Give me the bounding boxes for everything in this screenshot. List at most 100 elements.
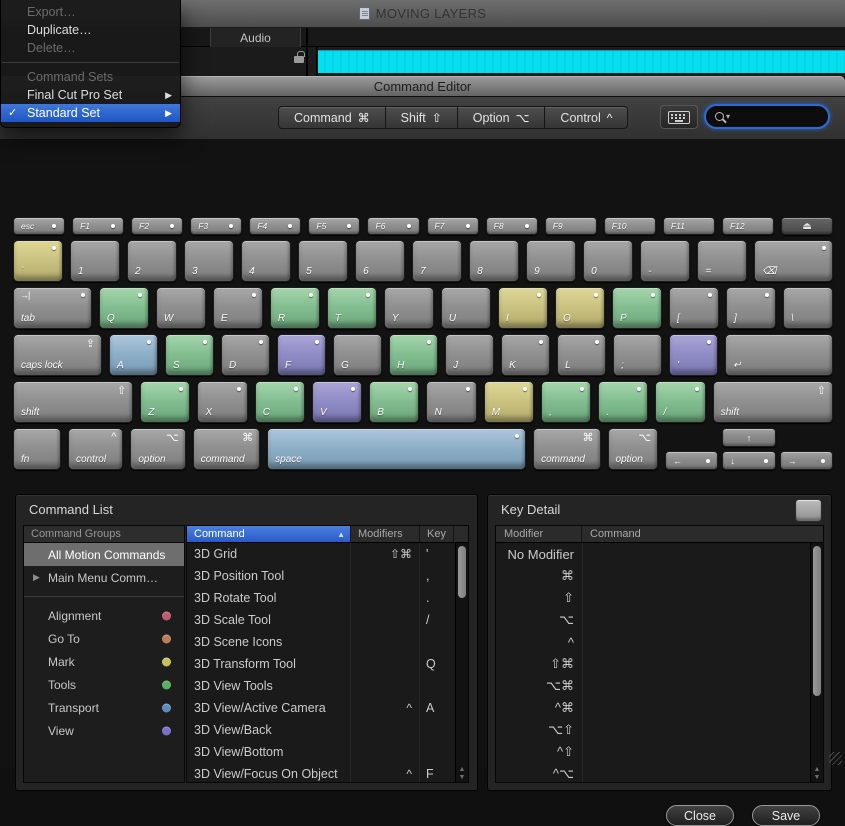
key-u[interactable]: U: [441, 287, 491, 329]
scrollbar-arrows[interactable]: ▲▼: [456, 766, 468, 781]
command-row-3d-position-tool[interactable]: 3D Position Tool,: [187, 565, 468, 587]
key-z[interactable]: Z: [140, 381, 190, 423]
key-arrow-left[interactable]: ←: [665, 451, 718, 470]
keyboard-toggle-button[interactable]: [660, 105, 698, 129]
key-eject[interactable]: ⏏: [781, 217, 833, 235]
key-detail-row-key[interactable]: ^⌘: [496, 697, 823, 719]
key-f4[interactable]: F4: [249, 217, 301, 235]
group-row-all-motion-commands[interactable]: All Motion Commands: [24, 543, 184, 566]
key-arrow-up[interactable]: ↑: [722, 428, 775, 447]
group-row-tools[interactable]: Tools: [24, 673, 184, 696]
tab-audio[interactable]: Audio: [210, 28, 301, 47]
group-row-view[interactable]: View: [24, 719, 184, 742]
key-control[interactable]: ^control: [68, 428, 123, 470]
key-detail-row-key[interactable]: ⇧: [496, 587, 823, 609]
key-tab[interactable]: →|tab: [13, 287, 92, 329]
key-1[interactable]: 1: [70, 240, 120, 282]
key-esc[interactable]: esc: [13, 217, 65, 235]
menu-item-final-cut-pro-set[interactable]: Final Cut Pro Set▶: [1, 86, 180, 104]
group-row-mark[interactable]: Mark: [24, 650, 184, 673]
group-row-transport[interactable]: Transport: [24, 696, 184, 719]
key-a[interactable]: A: [109, 334, 158, 376]
key-s[interactable]: S: [165, 334, 214, 376]
key-comma[interactable]: ,: [541, 381, 591, 423]
resize-grip[interactable]: [829, 752, 842, 765]
key-f1[interactable]: F1: [72, 217, 124, 235]
group-row-go-to[interactable]: Go To: [24, 627, 184, 650]
command-row-3d-transform-tool[interactable]: 3D Transform ToolQ: [187, 653, 468, 675]
search-field[interactable]: ▾: [704, 104, 830, 129]
key-option-right[interactable]: ⌥option: [608, 428, 658, 470]
column-header-modifier[interactable]: Modifier: [496, 526, 582, 542]
command-row-3d-view-back[interactable]: 3D View/Back: [187, 719, 468, 741]
key-shift-left[interactable]: ⇧shift: [13, 381, 133, 423]
key-g[interactable]: G: [333, 334, 382, 376]
key-detail-row-key[interactable]: ^⌥: [496, 763, 823, 783]
save-button[interactable]: Save: [752, 805, 820, 826]
key-l[interactable]: L: [557, 334, 606, 376]
command-row-3d-view-bottom[interactable]: 3D View/Bottom: [187, 741, 468, 763]
key-shift-right[interactable]: ⇧shift: [713, 381, 833, 423]
key-m[interactable]: M: [484, 381, 534, 423]
key-p[interactable]: P: [612, 287, 662, 329]
scrollbar-thumb[interactable]: [813, 546, 821, 696]
key-k[interactable]: K: [501, 334, 550, 376]
key-i[interactable]: I: [498, 287, 548, 329]
key-backtick[interactable]: `: [13, 240, 63, 282]
disclosure-triangle-icon[interactable]: ▶: [33, 572, 40, 583]
group-row-main-menu-comm[interactable]: ▶Main Menu Comm…: [24, 566, 184, 589]
command-row-3d-scene-icons[interactable]: 3D Scene Icons: [187, 631, 468, 653]
key-b[interactable]: B: [369, 381, 419, 423]
key-e[interactable]: E: [213, 287, 263, 329]
key-6[interactable]: 6: [355, 240, 405, 282]
search-scope-caret-icon[interactable]: ▾: [726, 113, 730, 121]
audio-waveform-bar[interactable]: [318, 50, 845, 73]
key-detail-scrollbar[interactable]: ▲▼: [810, 543, 823, 782]
key-detail-row-key[interactable]: ⌥⇧: [496, 719, 823, 741]
key-semicolon[interactable]: ;: [613, 334, 662, 376]
key-f10[interactable]: F10: [604, 217, 656, 235]
key-v[interactable]: V: [312, 381, 362, 423]
key-detail-row-key[interactable]: ^: [496, 631, 823, 653]
key-detail-row-key[interactable]: ⌥⌘: [496, 675, 823, 697]
column-header-modifiers[interactable]: Modifiers: [351, 526, 420, 542]
key-4[interactable]: 4: [241, 240, 291, 282]
menu-item-standard-set[interactable]: ✓Standard Set▶: [1, 104, 180, 122]
key-2[interactable]: 2: [127, 240, 177, 282]
key-r[interactable]: R: [270, 287, 320, 329]
key-command-right[interactable]: ⌘command: [533, 428, 600, 470]
key-fn[interactable]: fn: [13, 428, 61, 470]
column-header-command[interactable]: Command: [582, 526, 823, 542]
menu-item-command-sets[interactable]: Command Sets: [1, 68, 180, 86]
key-f12[interactable]: F12: [722, 217, 774, 235]
key-equals[interactable]: =: [697, 240, 747, 282]
key-space[interactable]: space: [267, 428, 526, 470]
key-arrow-right[interactable]: →: [780, 451, 833, 470]
key-8[interactable]: 8: [469, 240, 519, 282]
key-period[interactable]: .: [598, 381, 648, 423]
command-row-3d-scale-tool[interactable]: 3D Scale Tool/: [187, 609, 468, 631]
search-input[interactable]: [732, 110, 812, 124]
key-backslash[interactable]: \: [783, 287, 833, 329]
key-q[interactable]: Q: [99, 287, 149, 329]
key-f3[interactable]: F3: [190, 217, 242, 235]
key-f9[interactable]: F9: [545, 217, 597, 235]
key-option-left[interactable]: ⌥option: [130, 428, 185, 470]
key-cap-button[interactable]: [795, 499, 822, 522]
scrollbar-arrows[interactable]: ▲▼: [811, 766, 823, 781]
command-row-3d-view-focus-on-object[interactable]: 3D View/Focus On Object^F: [187, 763, 468, 783]
group-row-alignment[interactable]: Alignment: [24, 604, 184, 627]
key-w[interactable]: W: [156, 287, 206, 329]
key-c[interactable]: C: [255, 381, 305, 423]
key-quote[interactable]: ': [669, 334, 718, 376]
key-detail-row-key[interactable]: ^⇧: [496, 741, 823, 763]
key-f[interactable]: F: [277, 334, 326, 376]
modifier-button-command[interactable]: Command⌘: [278, 106, 386, 129]
key-7[interactable]: 7: [412, 240, 462, 282]
key-f7[interactable]: F7: [427, 217, 479, 235]
key-h[interactable]: H: [389, 334, 438, 376]
key-x[interactable]: X: [197, 381, 247, 423]
key-f2[interactable]: F2: [131, 217, 183, 235]
key-detail-row-key[interactable]: ⌘: [496, 565, 823, 587]
scrollbar-thumb[interactable]: [458, 546, 466, 598]
